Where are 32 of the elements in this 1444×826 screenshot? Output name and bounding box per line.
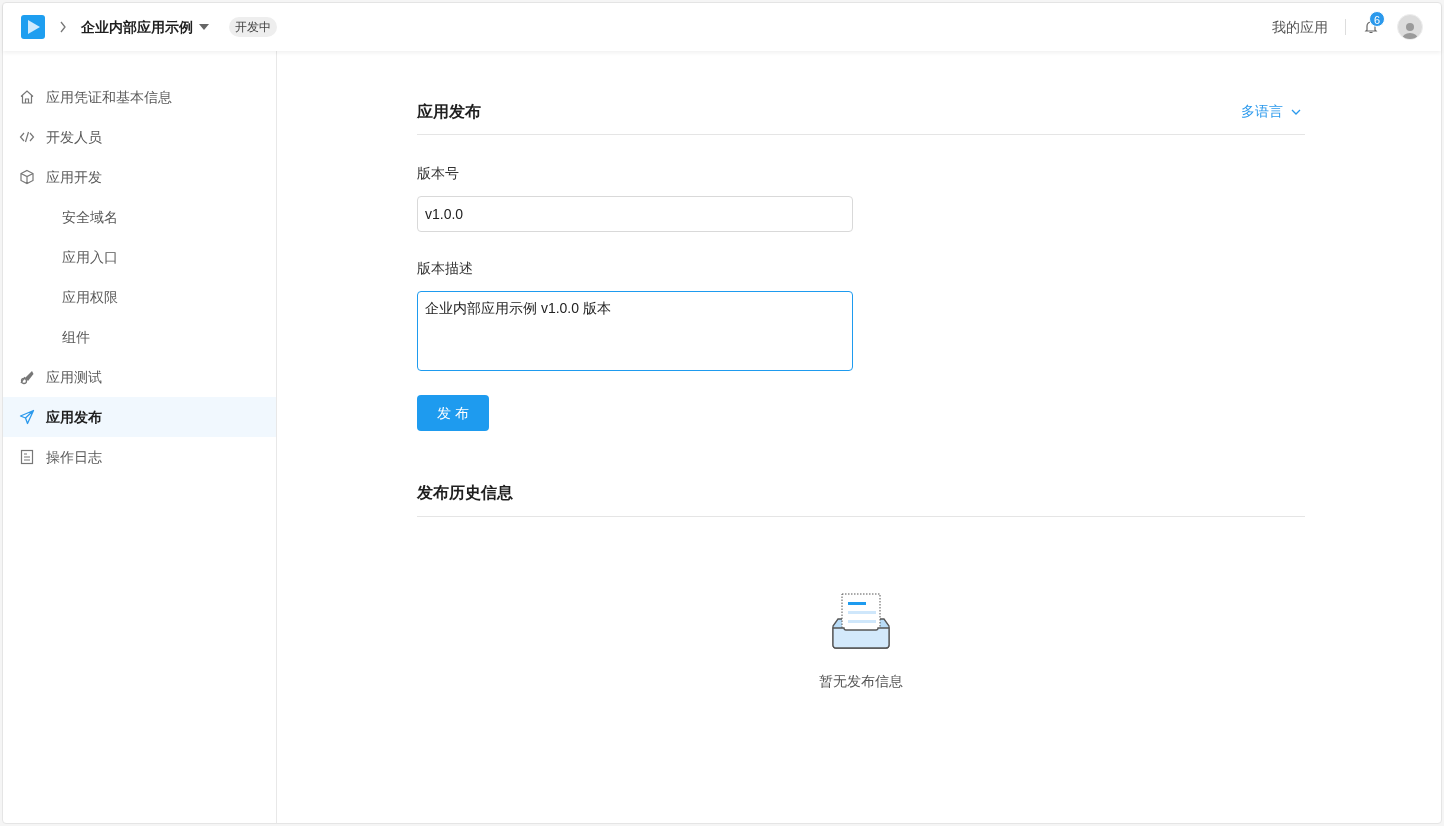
sidebar-item[interactable]: 应用开发 bbox=[3, 157, 276, 197]
caret-down-icon[interactable] bbox=[199, 24, 209, 30]
version-input[interactable]: v1.0.0 bbox=[417, 196, 853, 232]
document-icon bbox=[19, 449, 35, 465]
home-icon bbox=[19, 89, 35, 105]
notification-count: 6 bbox=[1369, 11, 1385, 27]
avatar[interactable] bbox=[1397, 14, 1423, 40]
section-title: 应用发布 bbox=[417, 101, 481, 122]
sidebar-item[interactable]: 组件 bbox=[3, 317, 276, 357]
empty-inbox-icon bbox=[830, 593, 892, 651]
my-apps-link[interactable]: 我的应用 bbox=[1272, 16, 1328, 38]
status-badge: 开发中 bbox=[229, 17, 277, 37]
sidebar-item[interactable]: 应用测试 bbox=[3, 357, 276, 397]
code-icon bbox=[19, 129, 35, 145]
sidebar-item[interactable]: 开发人员 bbox=[3, 117, 276, 157]
field-label: 版本描述 bbox=[417, 259, 474, 278]
play-logo-icon bbox=[21, 15, 45, 39]
chevron-down-icon bbox=[1291, 108, 1301, 115]
section-title: 发布历史信息 bbox=[417, 483, 514, 503]
sidebar-item[interactable]: 应用入口 bbox=[3, 237, 276, 277]
chevron-right-icon bbox=[59, 21, 67, 33]
sidebar-item[interactable]: 应用发布 bbox=[3, 397, 276, 437]
sidebar-item[interactable]: 安全域名 bbox=[3, 197, 276, 237]
sidebar-item[interactable]: 操作日志 bbox=[3, 437, 276, 477]
paper-plane-icon bbox=[19, 409, 35, 425]
app-name[interactable]: 企业内部应用示例 bbox=[81, 16, 193, 38]
empty-state-text: 暂无发布信息 bbox=[819, 672, 903, 691]
field-label: 版本号 bbox=[417, 164, 460, 183]
description-textarea[interactable]: 企业内部应用示例 v1.0.0 版本 bbox=[417, 291, 853, 371]
cube-icon bbox=[19, 169, 35, 185]
sidebar-item[interactable]: 应用凭证和基本信息 bbox=[3, 77, 276, 117]
sidebar-item[interactable]: 应用权限 bbox=[3, 277, 276, 317]
